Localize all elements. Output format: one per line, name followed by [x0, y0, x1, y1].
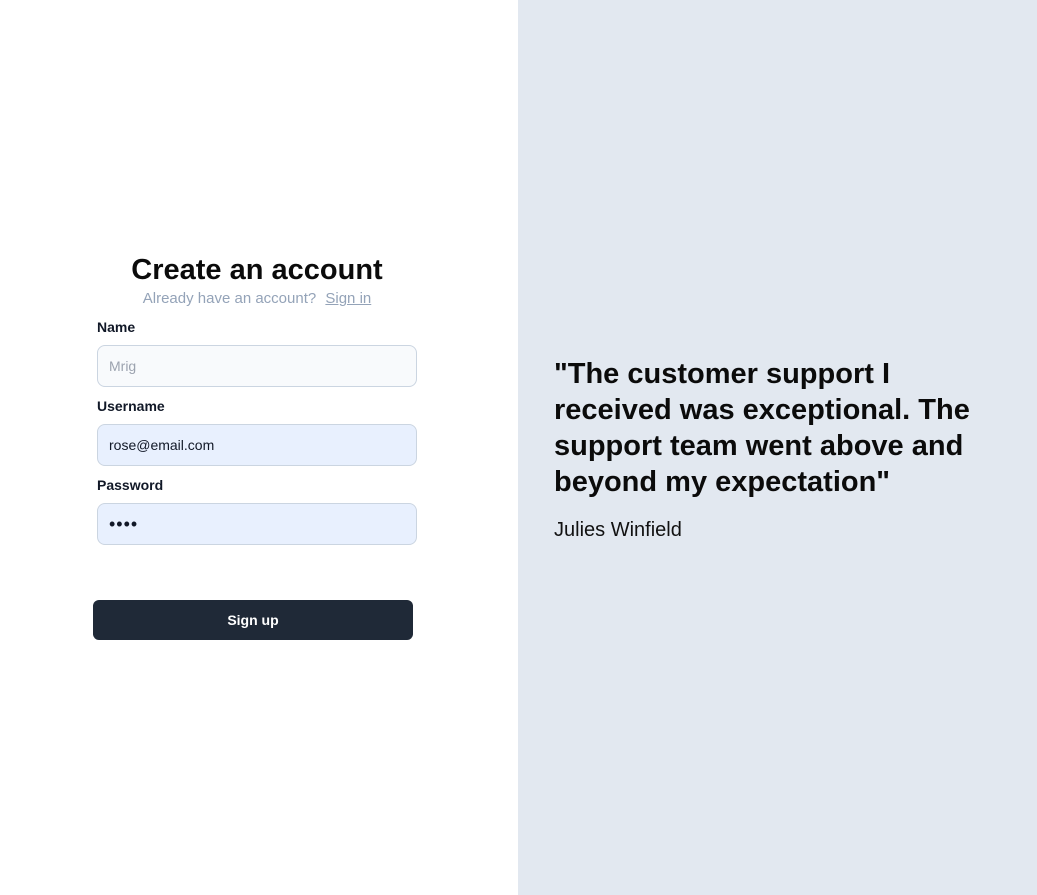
testimonial-author: Julies Winfield	[554, 519, 682, 541]
testimonial-quote: "The customer support I received was exc…	[554, 358, 970, 498]
signin-prompt-text: Already have an account?	[142, 290, 317, 307]
signup-panel: Create an account Already have an accoun…	[0, 0, 518, 895]
sign-up-button[interactable]: Sign up	[93, 600, 413, 640]
password-label: Password	[97, 477, 164, 493]
username-label: Username	[97, 398, 165, 414]
signin-prompt: Already have an account? Sign in	[97, 289, 417, 309]
testimonial-panel: "The customer support I received was exc…	[518, 0, 1037, 895]
signin-link[interactable]: Sign in	[325, 290, 371, 307]
signup-page: Create an account Already have an accoun…	[0, 0, 1037, 895]
name-label: Name	[97, 319, 136, 335]
username-input[interactable]	[97, 424, 417, 466]
name-input[interactable]	[97, 345, 417, 387]
signup-form: Create an account Already have an accoun…	[97, 252, 417, 545]
page-title: Create an account	[131, 254, 383, 286]
password-input[interactable]	[97, 503, 417, 545]
